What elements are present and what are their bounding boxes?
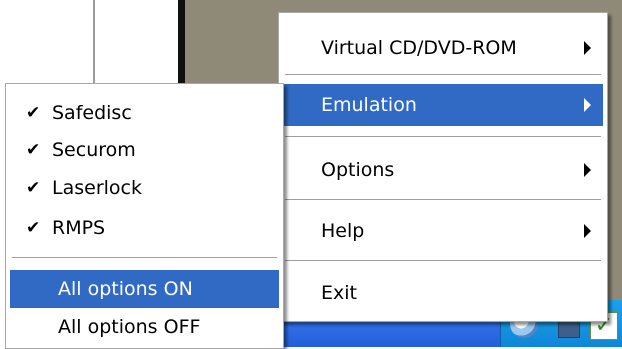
submenu-item-label: Safedisc [52, 102, 132, 124]
submenu-item-safedisc[interactable]: ✔ Safedisc [10, 94, 279, 132]
checkmark-icon: ✔ [26, 140, 41, 160]
submenu-item-label: All options OFF [58, 316, 201, 338]
menu-item-emulation[interactable]: Emulation [283, 84, 603, 126]
submenu-item-all-options-off[interactable]: All options OFF [10, 308, 279, 346]
menu-item-label: Help [321, 220, 365, 242]
menu-item-label: Emulation [321, 94, 417, 116]
menu-item-label: Exit [321, 282, 357, 304]
submenu-item-label: Securom [52, 139, 136, 161]
submenu-item-rmps[interactable]: ✔ RMPS [10, 209, 279, 247]
menu-item-label: Options [321, 159, 395, 181]
checkmark-icon: ✔ [26, 218, 41, 238]
submenu-arrow-icon [584, 41, 591, 55]
emulation-submenu: ✔ Safedisc ✔ Securom ✔ Laserlock ✔ RMPS … [5, 83, 284, 349]
submenu-item-securom[interactable]: ✔ Securom [10, 131, 279, 169]
menu-separator [12, 257, 277, 259]
submenu-item-laserlock[interactable]: ✔ Laserlock [10, 169, 279, 207]
checkmark-icon: ✔ [26, 103, 41, 123]
submenu-arrow-icon [584, 224, 591, 238]
submenu-item-label: All options ON [58, 278, 193, 300]
menu-separator [285, 260, 601, 262]
submenu-arrow-icon [584, 98, 591, 112]
submenu-item-label: Laserlock [52, 177, 142, 199]
menu-item-virtual-cd-dvd-rom[interactable]: Virtual CD/DVD-ROM [283, 27, 603, 69]
submenu-item-label: RMPS [52, 217, 106, 239]
submenu-item-all-options-on[interactable]: All options ON [10, 270, 279, 308]
menu-item-help[interactable]: Help [283, 210, 603, 252]
menu-item-label: Virtual CD/DVD-ROM [321, 37, 517, 59]
checkmark-icon: ✔ [26, 178, 41, 198]
menu-separator [285, 136, 601, 138]
menu-separator [285, 74, 601, 76]
menu-item-exit[interactable]: Exit [283, 272, 603, 314]
menu-separator [285, 199, 601, 201]
submenu-arrow-icon [584, 163, 591, 177]
menu-item-options[interactable]: Options [283, 149, 603, 191]
tray-context-menu: Virtual CD/DVD-ROM Emulation Options Hel… [278, 12, 608, 322]
